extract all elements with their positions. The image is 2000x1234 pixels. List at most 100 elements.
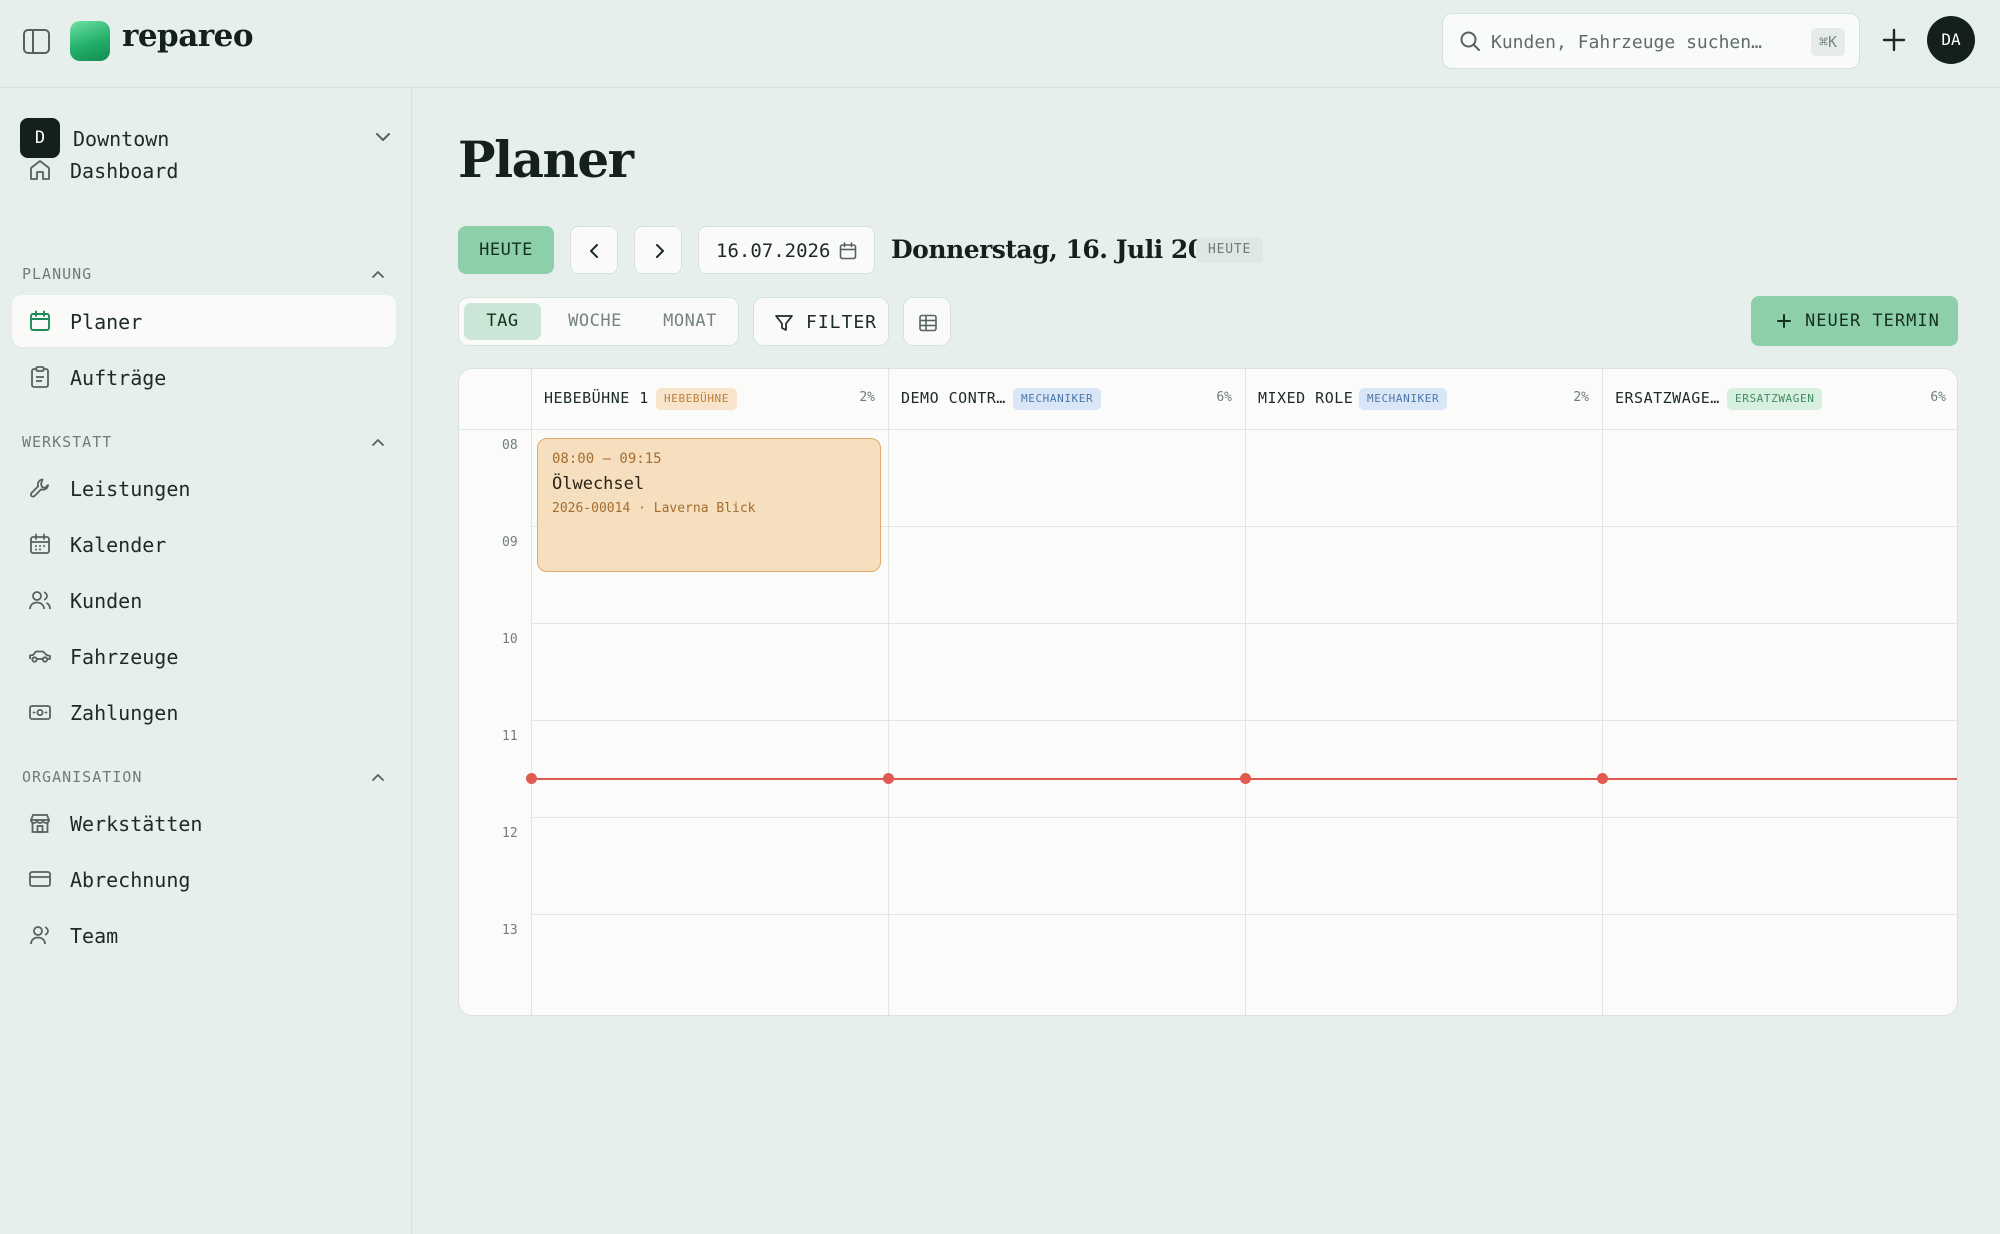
next-day-button[interactable]	[634, 226, 682, 274]
appointment-meta: 2026-00014 · Laverna Blick	[552, 501, 756, 516]
sidebar-item-planer[interactable]: Planer	[12, 295, 396, 347]
chevron-up-icon	[370, 769, 386, 785]
sidebar-item-abrechnung[interactable]: Abrechnung	[12, 853, 396, 905]
filter-label: FILTER	[806, 312, 878, 333]
new-appointment-button[interactable]: NEUER TERMIN	[1751, 296, 1958, 346]
today-badge: HEUTE	[1196, 237, 1264, 263]
sidebar-item-zahlungen[interactable]: Zahlungen	[12, 686, 396, 738]
resource-column-header[interactable]: HEBEBÜHNE 1 HEBEBÜHNE 2%	[531, 369, 888, 429]
resource-utilization: 6%	[1930, 390, 1946, 405]
sidebar-item-leistungen[interactable]: Leistungen	[12, 462, 396, 514]
search-input[interactable]	[1491, 28, 1791, 56]
appointment-card[interactable]: 08:00 – 09:15 Ölwechsel 2026-00014 · Lav…	[537, 438, 881, 572]
hour-label: 09	[502, 535, 518, 550]
current-time-dot	[526, 773, 537, 784]
hour-label: 11	[502, 729, 518, 744]
resource-name: MIXED ROLE	[1258, 389, 1354, 407]
new-appointment-label: NEUER TERMIN	[1805, 311, 1940, 331]
add-icon[interactable]	[1878, 24, 1910, 56]
sidebar-item-fahrzeuge[interactable]: Fahrzeuge	[12, 630, 396, 682]
calendar-grid-icon	[28, 532, 52, 556]
team-icon	[28, 923, 52, 947]
resource-type-tag: MECHANIKER	[1359, 388, 1448, 410]
section-title: ORGANISATION	[22, 768, 143, 786]
search-box[interactable]: ⌘K	[1442, 13, 1860, 69]
column-divider	[531, 369, 532, 1015]
chevron-up-icon	[370, 434, 386, 450]
hour-divider	[531, 914, 1957, 915]
resource-column-header[interactable]: DEMO CONTR… MECHANIKER 6%	[888, 369, 1245, 429]
chevron-right-icon	[656, 244, 664, 258]
hour-label: 13	[502, 923, 518, 938]
section-header-werkstatt[interactable]: WERKSTATT	[22, 430, 386, 454]
section-header-organisation[interactable]: ORGANISATION	[22, 765, 386, 789]
page-title: Planer	[458, 130, 634, 189]
user-avatar[interactable]: DA	[1927, 16, 1975, 64]
table-icon	[919, 314, 937, 332]
plus-icon	[1776, 313, 1792, 329]
logo-icon	[70, 21, 110, 61]
view-switcher: TAG WOCHE MONAT	[458, 297, 739, 346]
resource-name: ERSATZWAGE…	[1615, 389, 1720, 407]
current-time-dot	[1240, 773, 1251, 784]
resource-utilization: 6%	[1216, 390, 1232, 405]
sidebar-item-label: Kunden	[70, 589, 143, 613]
current-time-dot	[883, 773, 894, 784]
store-icon	[28, 811, 52, 835]
sidebar-item-kalender[interactable]: Kalender	[12, 518, 396, 570]
hour-divider	[531, 720, 1957, 721]
resource-column-header[interactable]: ERSATZWAGE… ERSATZWAGEN 6%	[1602, 369, 1957, 429]
search-icon	[1459, 30, 1481, 52]
date-picker[interactable]: 16.07.2026	[698, 226, 875, 274]
brand-name: repareo	[122, 18, 254, 54]
view-tab-monat[interactable]: MONAT	[645, 303, 735, 340]
table-view-button[interactable]	[903, 297, 951, 346]
column-divider	[888, 369, 889, 1015]
hour-divider	[531, 623, 1957, 624]
sidebar-item-label: Dashboard	[70, 159, 179, 183]
current-date-heading: Donnerstag, 16. Juli 2026	[891, 235, 1239, 264]
appointment-title: Ölwechsel	[552, 474, 645, 494]
column-divider	[1245, 369, 1246, 1015]
section-header-planung[interactable]: PLANUNG	[22, 262, 386, 286]
sidebar-item-kunden[interactable]: Kunden	[12, 574, 396, 626]
view-tab-woche[interactable]: WOCHE	[547, 303, 643, 340]
sidebar-item-label: Abrechnung	[70, 868, 191, 892]
filter-button[interactable]: FILTER	[753, 297, 889, 346]
sidebar-item-dashboard[interactable]: Dashboard	[12, 144, 396, 196]
hour-label: 12	[502, 826, 518, 841]
resource-utilization: 2%	[859, 390, 875, 405]
section-title: WERKSTATT	[22, 433, 113, 451]
view-tab-tag[interactable]: TAG	[464, 303, 541, 340]
banknote-icon	[28, 700, 52, 724]
sidebar: D Downtown Dashboard PLANUNG Planer Auft…	[0, 88, 412, 1234]
sidebar-item-label: Aufträge	[70, 366, 167, 390]
date-value: 16.07.2026	[716, 240, 831, 262]
sidebar-item-label: Zahlungen	[70, 701, 179, 725]
resource-utilization: 2%	[1573, 390, 1589, 405]
clipboard-icon	[28, 365, 52, 389]
top-bar: repareo ⌘K DA	[0, 0, 2000, 88]
section-title: PLANUNG	[22, 265, 93, 283]
calendar-header-divider	[459, 429, 1957, 430]
sidebar-item-auftraege[interactable]: Aufträge	[12, 351, 396, 403]
sidebar-item-label: Planer	[70, 310, 143, 334]
home-icon	[28, 158, 52, 182]
car-icon	[28, 644, 52, 668]
hour-label: 08	[502, 438, 518, 453]
sidebar-item-label: Team	[70, 924, 119, 948]
appointment-time: 08:00 – 09:15	[552, 451, 662, 467]
column-divider	[1602, 369, 1603, 1015]
resource-type-tag: HEBEBÜHNE	[656, 388, 738, 410]
sidebar-toggle-icon[interactable]	[22, 28, 52, 56]
hour-label: 10	[502, 632, 518, 647]
hour-divider	[531, 817, 1957, 818]
filter-icon	[774, 313, 794, 333]
sidebar-item-label: Leistungen	[70, 477, 191, 501]
sidebar-item-werkstaetten[interactable]: Werkstätten	[12, 797, 396, 849]
users-icon	[28, 588, 52, 612]
today-button[interactable]: HEUTE	[458, 226, 554, 274]
sidebar-item-team[interactable]: Team	[12, 909, 396, 961]
resource-column-header[interactable]: MIXED ROLE MECHANIKER 2%	[1245, 369, 1602, 429]
previous-day-button[interactable]	[570, 226, 618, 274]
